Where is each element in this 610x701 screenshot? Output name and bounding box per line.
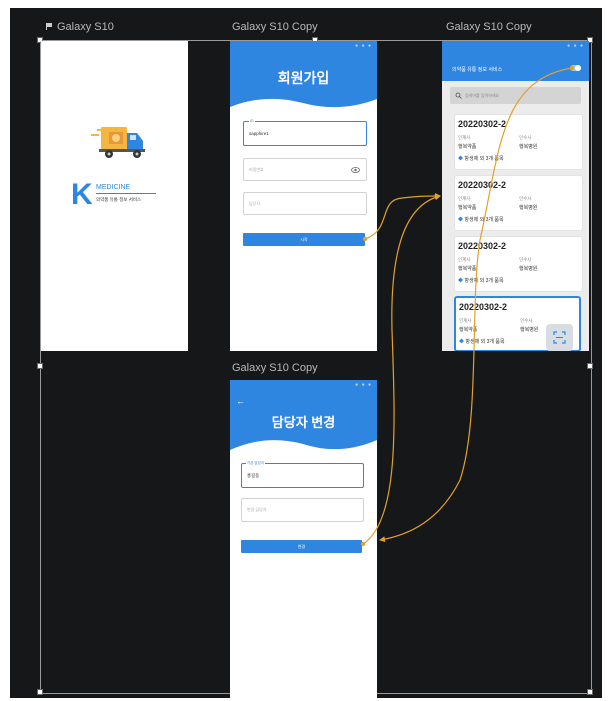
status-bar-icons: ● ● ● — [567, 43, 584, 49]
frame-signup[interactable]: ● ● ● 회원가입 ID sapphire1 비밀번호 담당자 시작 — [230, 41, 377, 351]
delivery-truck-icon — [91, 127, 145, 158]
card-meta-text: 항생제 외 3개 품목 — [465, 339, 505, 345]
list-header-title: 의약품 유통 정보 서비스 — [452, 67, 503, 73]
change-button[interactable]: 변경 — [241, 540, 362, 553]
password-placeholder: 비밀번호 — [249, 167, 264, 172]
card-right-label: 인수사 — [519, 135, 532, 140]
search-icon — [455, 92, 462, 99]
current-manager-value: 홍길동 — [247, 473, 260, 478]
flag-icon — [46, 23, 53, 30]
card-left-value: 행복약품 — [458, 205, 477, 211]
status-bar-icons: ● ● ● — [355, 382, 372, 388]
current-manager-label: 기존 담당자 — [246, 461, 266, 466]
password-field[interactable]: 비밀번호 — [243, 158, 367, 181]
toggle-knob — [575, 65, 581, 71]
signup-title: 회원가입 — [277, 70, 330, 86]
id-field[interactable]: ID sapphire1 — [243, 119, 367, 146]
card-right-label: 인수사 — [519, 257, 532, 262]
manager-field[interactable]: 담당자 — [243, 192, 367, 215]
scan-button[interactable] — [546, 324, 573, 351]
list-card[interactable]: 20220302-2 인계사 인수사 행복약품 행복병원 ◆ 항생제 외 3개 … — [454, 175, 583, 231]
selection-handle-mr[interactable] — [587, 363, 593, 369]
card-left-value: 행복약품 — [458, 144, 477, 150]
search-bar[interactable]: 검색어를 입력하세요 — [450, 87, 581, 104]
card-id: 20220302-2 — [458, 180, 507, 190]
card-right-label: 인수사 — [520, 318, 533, 323]
change-title: 담당자 변경 — [271, 415, 336, 430]
brand-underline — [96, 193, 156, 194]
card-right-value: 행복병원 — [519, 205, 538, 211]
list-card[interactable]: 20220302-2 인계사 인수사 행복약품 행복병원 ◆ 항생제 외 3개 … — [454, 236, 583, 292]
card-meta-text: 항생제 외 3개 품목 — [464, 278, 504, 284]
card-left-value: 행복약품 — [458, 266, 477, 272]
new-manager-placeholder: 변경 담당자 — [247, 507, 267, 512]
id-field-value: sapphire1 — [249, 131, 269, 136]
card-meta: ◆ 항생제 외 3개 품목 — [458, 216, 504, 223]
eye-icon[interactable] — [351, 167, 360, 173]
list-card[interactable]: 20220302-2 인계사 인수사 행복약품 행복병원 ◆ 항생제 외 3개 … — [454, 114, 583, 170]
frame-change-manager[interactable]: ● ● ● ← 담당자 변경 기존 담당자 홍길동 변경 담당자 변경 — [230, 380, 377, 698]
selection-handle-ml[interactable] — [37, 363, 43, 369]
card-id: 20220302-2 — [458, 119, 507, 129]
card-right-value: 행복병원 — [519, 144, 538, 150]
new-manager-field[interactable]: 변경 담당자 — [241, 498, 364, 522]
brand-name: MEDICINE — [96, 184, 131, 191]
card-id: 20220302-2 — [459, 302, 508, 312]
card-left-label: 인계사 — [458, 196, 471, 201]
card-left-label: 인계사 — [459, 318, 472, 323]
card-id: 20220302-2 — [458, 241, 507, 251]
frame-label-signup[interactable]: Galaxy S10 Copy — [232, 21, 318, 33]
selection-handle-bl[interactable] — [37, 689, 43, 695]
card-meta: ◆ 항생제 외 3개 품목 — [459, 338, 505, 345]
status-bar-icons: ● ● ● — [355, 43, 372, 49]
qr-scan-icon — [553, 331, 566, 344]
frame-list[interactable]: ● ● ● 의약품 유통 정보 서비스 검색어를 입력하세요 20220302-… — [442, 41, 589, 351]
card-left-label: 인계사 — [458, 257, 471, 262]
card-meta: ◆ 항생제 외 3개 품목 — [458, 155, 504, 162]
brand-letter: K — [71, 178, 93, 211]
back-arrow-icon[interactable]: ← — [236, 396, 245, 406]
card-right-label: 인수사 — [519, 196, 532, 201]
card-meta-text: 항생제 외 3개 품목 — [464, 156, 504, 162]
search-placeholder: 검색어를 입력하세요 — [465, 93, 500, 98]
card-left-value: 행복약품 — [459, 327, 478, 333]
frame-label-change-manager[interactable]: Galaxy S10 Copy — [232, 362, 318, 374]
current-manager-field[interactable]: 기존 담당자 홍길동 — [241, 461, 364, 488]
card-meta: ◆ 항생제 외 3개 품목 — [458, 277, 504, 284]
card-meta-text: 항생제 외 3개 품목 — [464, 217, 504, 223]
toggle-switch[interactable] — [570, 65, 581, 71]
brand-tagline: 의약품 유통 정보 서비스 — [96, 197, 142, 202]
card-left-label: 인계사 — [458, 135, 471, 140]
selection-handle-br[interactable] — [587, 689, 593, 695]
start-button[interactable]: 시작 — [243, 233, 365, 246]
frame-label-splash[interactable]: Galaxy S10 — [46, 21, 114, 33]
card-right-value: 행복병원 — [519, 266, 538, 272]
frame-label-list[interactable]: Galaxy S10 Copy — [446, 21, 532, 33]
manager-placeholder: 담당자 — [249, 201, 261, 206]
frame-splash[interactable]: K MEDICINE 의약품 유통 정보 서비스 — [41, 41, 188, 351]
card-right-value: 행복병원 — [520, 327, 539, 333]
brand-logo: K MEDICINE 의약품 유통 정보 서비스 — [71, 178, 161, 212]
id-field-label: ID — [249, 119, 255, 123]
